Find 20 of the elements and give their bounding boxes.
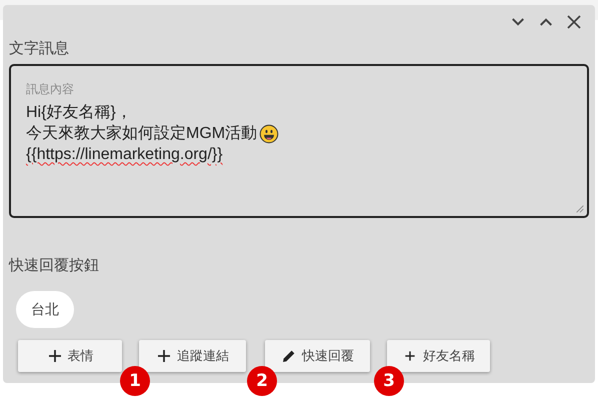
add-button[interactable]: 追蹤連結 xyxy=(139,340,246,372)
message-field[interactable]: 訊息內容 Hi{好友名稱}， 今天來教大家如何設定MGM活動 {{https://linemarketing.org/}} xyxy=(9,64,589,218)
step-badge: 3 xyxy=(374,366,404,396)
step-badge: 2 xyxy=(247,366,277,396)
add-button[interactable]: 表情 xyxy=(18,340,122,372)
close-icon[interactable] xyxy=(565,13,583,31)
message-text: Hi{好友名稱}， xyxy=(26,103,132,123)
resize-grip-icon[interactable] xyxy=(575,204,585,214)
message-text: 今天來教大家如何設定MGM活動 xyxy=(26,124,258,144)
section-label: 文字訊息 xyxy=(9,39,69,58)
pencil-icon xyxy=(281,348,297,364)
field-label: 訊息內容 xyxy=(26,81,74,98)
plus-icon xyxy=(46,348,62,364)
add-button[interactable]: 好友名稱 xyxy=(387,340,490,372)
message-text: {{https://linemarketing.org/}} xyxy=(26,146,223,164)
section-label: 快速回覆按鈕 xyxy=(9,256,99,275)
step-badge: 1 xyxy=(120,366,150,396)
plus-icon xyxy=(156,348,172,364)
quick-reply-chip[interactable]: 台北 xyxy=(16,291,74,328)
add-button[interactable]: 快速回覆 xyxy=(265,340,370,372)
